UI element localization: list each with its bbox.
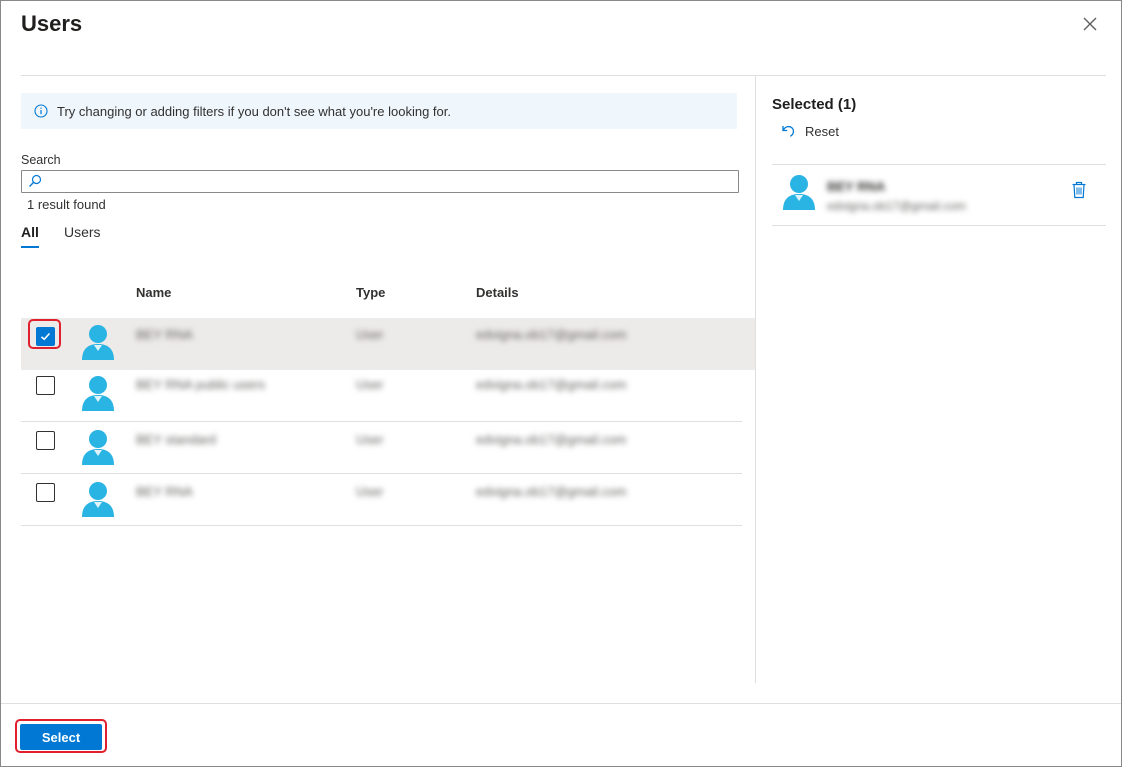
tab-users[interactable]: Users xyxy=(64,224,101,240)
row-details: edvigna.ob17@gmail.com xyxy=(476,377,627,392)
reset-button[interactable]: Reset xyxy=(780,121,839,141)
user-avatar-icon xyxy=(82,325,114,360)
checkmark-icon xyxy=(40,332,51,341)
search-box[interactable] xyxy=(21,170,739,193)
column-header-type[interactable]: Type xyxy=(356,285,385,300)
row-divider xyxy=(21,525,128,526)
row-checkbox[interactable] xyxy=(36,327,55,346)
user-avatar-icon xyxy=(82,376,114,411)
info-icon xyxy=(34,104,48,118)
row-name: BEY RNA xyxy=(136,327,193,342)
row-name: BEY RNA public users xyxy=(136,377,266,392)
info-message-bar: Try changing or adding filters if you do… xyxy=(21,93,737,129)
row-details: edvigna.ob17@gmail.com xyxy=(476,484,627,499)
row-type: User xyxy=(356,484,384,499)
tab-all[interactable]: All xyxy=(21,224,39,240)
close-icon[interactable] xyxy=(1079,13,1101,35)
row-type: User xyxy=(356,327,384,342)
user-avatar-icon xyxy=(82,482,114,517)
selected-panel-title: Selected (1) xyxy=(772,96,857,113)
row-checkbox[interactable] xyxy=(36,431,55,450)
footer-divider xyxy=(1,703,1121,704)
reset-label: Reset xyxy=(805,123,839,139)
panel-divider xyxy=(755,76,756,683)
column-header-details[interactable]: Details xyxy=(476,285,519,300)
select-button[interactable]: Select xyxy=(20,724,102,750)
search-label: Search xyxy=(21,153,61,167)
header-divider xyxy=(21,75,1106,76)
selected-item-email: edvigna.ob17@gmail.com xyxy=(827,199,966,213)
row-divider xyxy=(128,525,742,526)
undo-icon xyxy=(782,125,795,137)
user-avatar-icon xyxy=(82,430,114,465)
tab-all-underline xyxy=(21,246,39,248)
selected-item-name: BEY RNA xyxy=(827,179,886,194)
user-avatar-icon xyxy=(783,175,815,210)
users-dialog: Users Try changing or adding filters if … xyxy=(0,0,1122,767)
row-name: BEY standard xyxy=(136,432,216,447)
row-type: User xyxy=(356,432,384,447)
row-type: User xyxy=(356,377,384,392)
row-details: edvigna.ob17@gmail.com xyxy=(476,327,627,342)
selected-list-divider xyxy=(772,164,1106,165)
row-details: edvigna.ob17@gmail.com xyxy=(476,432,627,447)
info-text: Try changing or adding filters if you do… xyxy=(57,103,451,119)
selected-list-divider xyxy=(772,225,1106,226)
row-checkbox[interactable] xyxy=(36,376,55,395)
dialog-title: Users xyxy=(21,11,83,36)
table-row[interactable]: BEY RNA public users User edvigna.ob17@g… xyxy=(21,370,755,422)
row-checkbox[interactable] xyxy=(36,483,55,502)
table-row[interactable]: BEY RNA User edvigna.ob17@gmail.com xyxy=(21,474,755,526)
column-header-name[interactable]: Name xyxy=(136,285,171,300)
table-row[interactable]: BEY standard User edvigna.ob17@gmail.com xyxy=(21,422,755,474)
table-row[interactable]: BEY RNA User edvigna.ob17@gmail.com xyxy=(21,318,755,370)
search-input[interactable] xyxy=(48,171,732,192)
trash-icon[interactable] xyxy=(1071,181,1087,199)
result-count: 1 result found xyxy=(27,197,106,212)
search-icon xyxy=(29,174,42,187)
row-name: BEY RNA xyxy=(136,484,193,499)
